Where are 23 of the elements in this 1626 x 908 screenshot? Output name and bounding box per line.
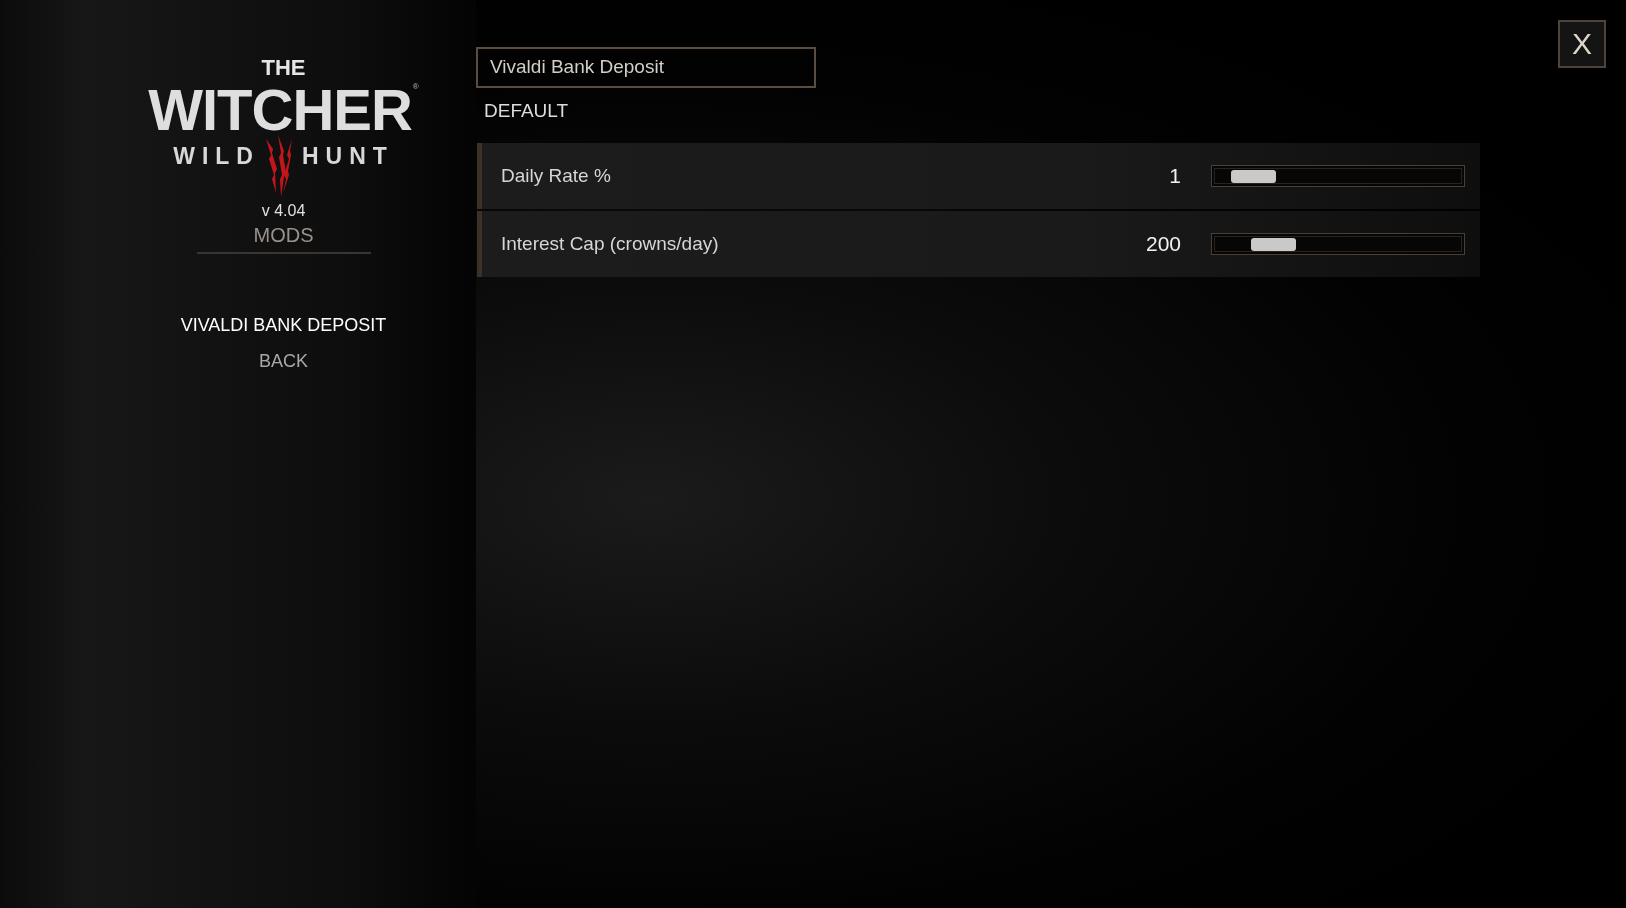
slider-thumb[interactable] — [1251, 238, 1297, 251]
close-button[interactable]: X — [1558, 20, 1606, 68]
logo-title: WITCHER — [148, 83, 412, 137]
menu-item[interactable]: VIVALDI BANK DEPOSIT — [180, 314, 387, 336]
logo-subtitle: HUNT — [301, 145, 394, 168]
setting-row[interactable]: Interest Cap (crowns/day) 200 — [477, 211, 1480, 277]
logo-small-text: THE — [261, 57, 306, 79]
version-text: v 4.04 — [261, 201, 306, 221]
default-button[interactable]: DEFAULT — [484, 100, 569, 122]
claw-marks-icon — [263, 135, 294, 197]
setting-label: Daily Rate % — [500, 163, 612, 188]
slider-track[interactable] — [1211, 165, 1465, 187]
menu-item[interactable]: BACK — [258, 350, 308, 372]
setting-label: Interest Cap (crowns/day) — [500, 231, 720, 256]
setting-row[interactable]: Daily Rate % 1 — [477, 143, 1480, 209]
registered-mark: ® — [412, 83, 419, 91]
slider-track[interactable] — [1211, 233, 1465, 255]
section-title: MODS — [253, 223, 314, 247]
setting-value: 200 — [1145, 231, 1181, 258]
mod-title-text: Vivaldi Bank Deposit — [490, 55, 664, 80]
setting-value: 1 — [1169, 163, 1181, 190]
logo-subtitle: WILD — [173, 145, 260, 168]
slider-thumb[interactable] — [1231, 170, 1277, 183]
